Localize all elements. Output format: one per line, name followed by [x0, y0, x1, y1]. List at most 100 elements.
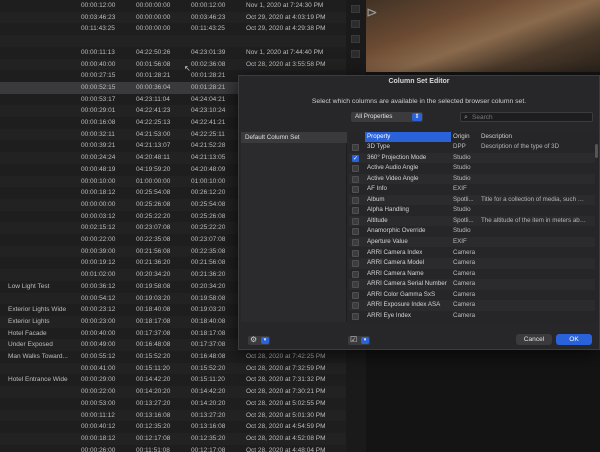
property-column-header[interactable]: Property — [365, 132, 451, 142]
property-checkbox[interactable] — [352, 260, 359, 268]
browser-cell-date: Oct 28, 2020 at 7:42:25 PM — [246, 353, 326, 360]
search-field[interactable]: ⌕ — [460, 112, 593, 122]
property-row[interactable]: Anamorphic Override Studio — [349, 226, 595, 237]
search-input[interactable] — [472, 113, 590, 121]
cancel-button[interactable]: Cancel — [516, 334, 552, 345]
browser-cell-name: Man Walks Toward... — [8, 353, 68, 360]
browser-row[interactable]: 00:00:11:13 04:22:50:26 04:23:01:39 Nov 1, … — [0, 47, 346, 59]
browser-cell-end: 00:00:00:00 — [136, 2, 171, 9]
browser-cell-start: 00:02:15:12 — [81, 224, 116, 232]
property-checkbox[interactable] — [352, 249, 359, 257]
browser-cell-start: 00:00:49:00 — [81, 341, 116, 349]
browser-row[interactable]: 00:00:40:00 00:01:56:08 00:02:36:08 Oct 28,… — [0, 58, 346, 71]
browser-cell-start: 00:00:53:00 — [81, 399, 116, 407]
browser-cell-end: 00:25:22:20 — [136, 212, 171, 220]
origin-column-header[interactable]: Origin — [451, 132, 479, 142]
browser-cell-end: 00:12:17:08 — [136, 434, 171, 442]
property-checkbox[interactable] — [352, 144, 359, 151]
property-checkbox[interactable] — [352, 217, 359, 225]
browser-row[interactable] — [0, 35, 346, 47]
browser-cell-date: Oct 29, 2020 at 4:29:38 PM — [246, 25, 326, 33]
property-row[interactable]: Altitude Spotli... The altitude of the ite… — [349, 215, 595, 227]
property-row[interactable]: ARRI Exposure Index ASA Camera — [349, 300, 595, 311]
browser-cell-dur: 00:20:34:20 — [191, 282, 226, 290]
property-origin: Camera — [453, 290, 476, 298]
property-row[interactable]: ✓ 360° Projection Mode Studio — [349, 152, 595, 164]
browser-row[interactable]: 00:00:18:12 00:12:17:08 00:12:35:20 Oct 28,… — [0, 432, 346, 445]
browser-cell-start: 00:00:22:00 — [81, 388, 116, 396]
browser-cell-dur: 00:18:40:08 — [191, 317, 226, 325]
scrollbar[interactable] — [595, 144, 598, 158]
browser-cell-end: 00:12:35:20 — [136, 423, 171, 431]
property-row[interactable]: Alpha Handling Studio — [349, 205, 595, 216]
property-origin: Camera — [453, 259, 476, 267]
property-checkbox[interactable] — [352, 238, 359, 246]
browser-cell-start: 00:00:24:24 — [81, 154, 116, 162]
play-icon[interactable]: ⊳ — [366, 4, 378, 21]
browser-cell-end: 00:20:34:20 — [136, 271, 171, 279]
dialog-title: Column Set Editor — [388, 78, 450, 85]
ok-button[interactable]: OK — [556, 334, 592, 345]
property-description: The altitude of the item in meters above… — [481, 216, 587, 224]
browser-cell-dur: 00:11:43:25 — [191, 25, 225, 33]
property-row[interactable]: ARRI Camera Index Camera — [349, 248, 595, 259]
browser-row[interactable]: 00:00:22:00 00:14:20:20 00:14:42:20 Oct 28,… — [0, 386, 346, 398]
browser-cell-end: 04:21:53:00 — [136, 130, 171, 138]
browser-row[interactable]: 00:00:26:00 00:11:51:08 00:12:17:08 Oct 28,… — [0, 445, 346, 452]
browser-row[interactable]: 00:03:46:23 00:00:00:00 00:03:46:23 Oct 29,… — [0, 11, 346, 24]
property-checkbox[interactable]: ✓ — [352, 154, 359, 162]
browser-cell-start: 00:03:46:23 — [81, 13, 116, 21]
property-row[interactable]: Active Audio Angle Studio — [349, 163, 595, 174]
property-checkbox[interactable] — [352, 281, 359, 289]
property-row[interactable]: Album Spotli... Title for a collection of … — [349, 194, 595, 206]
browser-row[interactable]: Man Walks Toward... 00:00:55:12 00:15:52:2… — [0, 351, 346, 363]
browser-row[interactable]: 00:00:53:00 00:13:27:20 00:14:20:20 Oct 28,… — [0, 398, 346, 410]
browser-cell-dur: 00:15:52:20 — [191, 364, 226, 372]
browser-cell-start: 00:00:55:12 — [81, 353, 116, 360]
browser-row[interactable]: 00:00:11:12 00:13:16:08 00:13:27:20 Oct 28,… — [0, 409, 346, 422]
property-checkbox[interactable] — [352, 207, 359, 215]
browser-row[interactable]: 00:11:43:25 00:00:00:00 00:11:43:25 Oct 29,… — [0, 23, 346, 35]
browser-cell-end: 00:19:03:20 — [136, 294, 171, 302]
browser-cell-end: 00:21:36:20 — [136, 259, 171, 267]
description-column-header[interactable]: Description — [479, 132, 589, 142]
property-action-popup[interactable]: ☑ ▾ — [348, 335, 370, 345]
property-row[interactable]: Aperture Value EXIF — [349, 236, 595, 248]
property-row[interactable]: ARRI Camera Model Camera — [349, 258, 595, 269]
property-checkbox[interactable] — [352, 175, 359, 183]
browser-cell-dur: 00:01:28:21 — [191, 83, 226, 91]
property-origin: Camera — [453, 269, 476, 277]
browser-cell-dur: 00:26:12:20 — [191, 189, 226, 197]
property-row[interactable]: ARRI Camera Name Camera — [349, 269, 595, 280]
property-checkbox[interactable] — [352, 186, 359, 194]
property-name: ARRI Exposure Index ASA — [367, 301, 441, 309]
property-checkbox[interactable] — [352, 228, 359, 236]
property-row[interactable]: ARRI Camera Serial Number Camera — [349, 279, 595, 290]
browser-row[interactable]: 00:00:41:00 00:15:11:20 00:15:52:20 Oct 28,… — [0, 362, 346, 375]
property-checkbox[interactable] — [352, 165, 359, 173]
property-checkbox[interactable] — [352, 312, 359, 320]
properties-filter-popup[interactable]: All Properties ⇕ — [351, 112, 423, 122]
browser-row[interactable]: Hotel Entrance Wide 00:00:29:00 00:14:42:2… — [0, 374, 346, 386]
browser-row[interactable]: 00:00:40:12 00:12:35:20 00:13:16:08 Oct 28,… — [0, 421, 346, 433]
browser-cell-end: 00:15:11:20 — [136, 364, 170, 372]
browser-cell-dur: 00:12:35:20 — [191, 434, 226, 442]
property-checkbox[interactable] — [352, 196, 359, 204]
column-set-action-popup[interactable]: ⚙ ▾ — [248, 335, 270, 345]
property-name: Altitude — [367, 216, 388, 224]
column-set-item[interactable]: Default Column Set — [241, 132, 347, 143]
property-checkbox[interactable] — [352, 291, 359, 299]
property-checkbox[interactable] — [352, 302, 359, 310]
browser-cell-date: Oct 28, 2020 at 5:02:55 PM — [246, 399, 326, 407]
property-origin: Camera — [453, 301, 476, 309]
browser-cell-start: 00:00:27:15 — [81, 72, 116, 80]
browser-cell-start: 00:00:26:00 — [81, 446, 116, 452]
property-origin: Studio — [453, 174, 471, 182]
property-row[interactable]: AF Info EXIF — [349, 184, 595, 195]
property-row[interactable]: 3D Type DPP Description of the type of 3D — [349, 142, 595, 153]
property-row[interactable]: Active Video Angle Studio — [349, 173, 595, 185]
property-checkbox[interactable] — [352, 270, 359, 278]
property-row[interactable]: ARRI Color Gamma SxS Camera — [349, 290, 595, 301]
browser-row[interactable]: 00:00:12:00 00:00:00:00 00:00:12:00 Nov 1, … — [0, 0, 346, 12]
property-row[interactable]: ARRI Eye Index Camera — [349, 311, 595, 322]
